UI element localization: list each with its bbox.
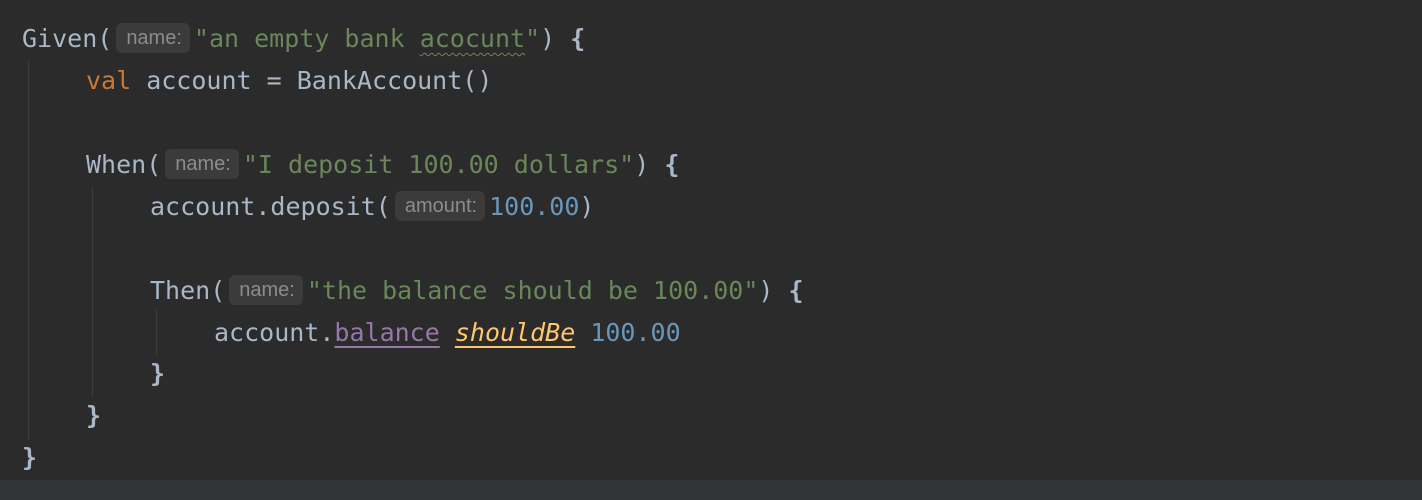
val-declaration: account = BankAccount(): [131, 66, 493, 95]
then-close-paren: ): [758, 276, 789, 305]
shouldbe-infix[interactable]: shouldBe: [455, 318, 575, 347]
when-close-paren: ): [634, 150, 665, 179]
when-string: "I deposit 100.00 dollars": [242, 150, 635, 179]
typo-word[interactable]: acocunt: [420, 24, 525, 53]
expected-balance: 100.00: [590, 318, 681, 347]
when-call: When(: [86, 150, 162, 179]
then-open-brace: {: [788, 276, 804, 305]
code-line-val[interactable]: val account = BankAccount(): [86, 61, 492, 101]
parameter-hint-name: name:: [165, 149, 239, 179]
code-line-then[interactable]: Then(name: "the balance should be 100.00"…: [150, 271, 804, 311]
account-ref: account.: [214, 318, 335, 347]
given-open-brace: {: [570, 24, 586, 53]
editor-bottom-strip: [0, 480, 1422, 500]
then-close-brace: }: [150, 359, 166, 388]
given-close-paren: ): [540, 24, 571, 53]
balance-property[interactable]: balance: [334, 318, 439, 347]
when-open-brace: {: [664, 150, 680, 179]
code-line-assertion[interactable]: account.balance shouldBe 100.00: [214, 313, 681, 353]
deposit-amount: 100.00: [489, 192, 580, 221]
indent-guide: [28, 60, 29, 440]
when-close-brace: }: [86, 401, 102, 430]
code-editor[interactable]: Given(name: "an empty bank acocunt") { va…: [0, 0, 1422, 480]
deposit-call: account.deposit(: [150, 192, 391, 221]
then-call: Then(: [150, 276, 226, 305]
code-line-when[interactable]: When(name: "I deposit 100.00 dollars") {: [86, 145, 679, 185]
given-call: Given(: [22, 24, 113, 53]
indent-guide: [92, 186, 93, 398]
given-string-end: ": [525, 24, 541, 53]
code-line-deposit[interactable]: account.deposit(amount: 100.00): [150, 187, 594, 227]
indent-guide: [156, 310, 157, 356]
parameter-hint-name: name:: [229, 275, 303, 305]
code-line-given[interactable]: Given(name: "an empty bank acocunt") {: [22, 19, 585, 59]
parameter-hint-name: name:: [116, 23, 190, 53]
given-close-brace: }: [22, 443, 38, 472]
then-string: "the balance should be 100.00": [306, 276, 759, 305]
val-keyword: val: [86, 66, 132, 95]
deposit-close-paren: ): [579, 192, 595, 221]
parameter-hint-amount: amount:: [394, 191, 486, 221]
given-string-start: "an empty bank: [193, 24, 420, 53]
